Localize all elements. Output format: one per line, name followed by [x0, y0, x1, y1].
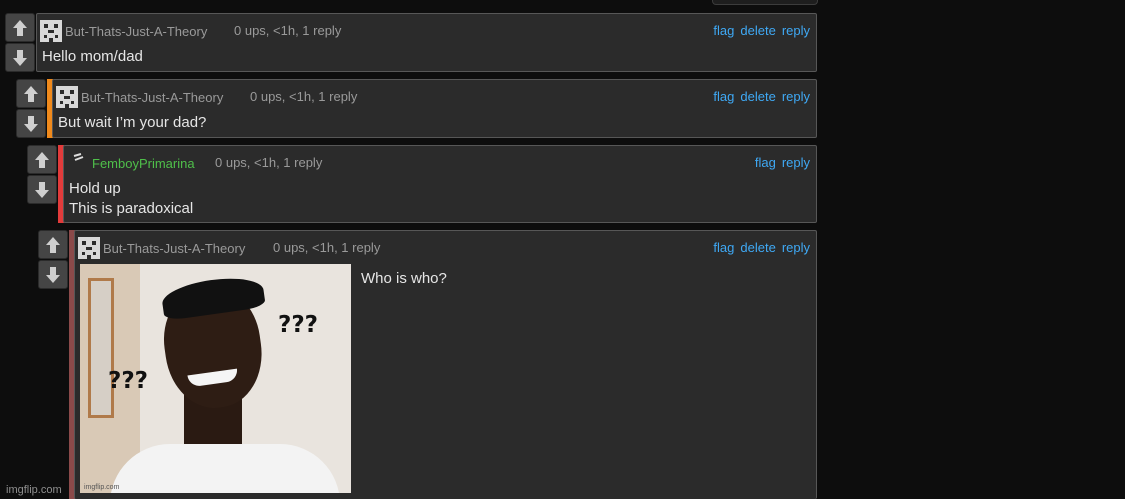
flag-link[interactable]: flag — [713, 89, 734, 104]
comment-actions: flag delete reply — [707, 240, 810, 255]
comment-text-line: Hold up — [69, 180, 121, 197]
downvote-button[interactable] — [5, 43, 35, 72]
username-link[interactable]: But-Thats-Just-A-Theory — [81, 90, 223, 105]
upvote-button[interactable] — [27, 145, 57, 174]
flag-link[interactable]: flag — [713, 240, 734, 255]
imgflip-watermark: imgflip.com — [6, 484, 62, 496]
reply-link[interactable]: reply — [782, 89, 810, 104]
arrow-up-icon — [13, 19, 27, 36]
comment-box: But-Thats-Just-A-Theory 0 ups, <1h, 1 re… — [36, 13, 817, 72]
downvote-button[interactable] — [38, 260, 68, 289]
comment-box: But-Thats-Just-A-Theory 0 ups, <1h, 1 re… — [74, 230, 817, 499]
arrow-up-icon — [35, 151, 49, 168]
vote-controls — [5, 13, 35, 73]
meme-image[interactable]: ??? ??? imgflip.com — [80, 264, 351, 493]
pixel-face-icon[interactable] — [56, 86, 78, 108]
vote-controls — [27, 145, 57, 205]
reply-link[interactable]: reply — [782, 155, 810, 170]
arrow-up-icon — [46, 236, 60, 253]
vote-controls — [16, 79, 46, 139]
username-link[interactable]: But-Thats-Just-A-Theory — [65, 24, 207, 39]
pixel-face-icon[interactable] — [40, 20, 62, 42]
comment-box: But-Thats-Just-A-Theory 0 ups, <1h, 1 re… — [52, 79, 817, 138]
comment-text: Who is who? — [361, 270, 447, 287]
comment-meta: 0 ups, <1h, 1 reply — [273, 240, 381, 255]
upvote-button[interactable] — [16, 79, 46, 108]
comment-actions: flag delete reply — [707, 89, 810, 104]
arrow-down-icon — [46, 266, 60, 283]
picture-frame — [88, 278, 114, 418]
downvote-button[interactable] — [27, 175, 57, 204]
comment-actions: flag reply — [749, 155, 810, 170]
delete-link[interactable]: delete — [740, 240, 775, 255]
comment-meta: 0 ups, <1h, 1 reply — [215, 155, 323, 170]
comment-text: But wait I’m your dad? — [58, 114, 207, 131]
meme-caption-right: ??? — [278, 312, 319, 338]
meme-caption-left: ??? — [108, 368, 149, 394]
comment-text: Hold up This is paradoxical — [69, 179, 193, 219]
comment-text-line: This is paradoxical — [69, 200, 194, 217]
shirt — [110, 444, 340, 493]
comment-actions: flag delete reply — [707, 23, 810, 38]
delete-link[interactable]: delete — [740, 89, 775, 104]
flag-link[interactable]: flag — [755, 155, 776, 170]
upvote-button[interactable] — [5, 13, 35, 42]
vote-controls — [38, 230, 68, 290]
arrow-down-icon — [24, 115, 38, 132]
username-link[interactable]: But-Thats-Just-A-Theory — [103, 241, 245, 256]
comment-meta: 0 ups, <1h, 1 reply — [234, 23, 342, 38]
reply-link[interactable]: reply — [782, 23, 810, 38]
arrow-down-icon — [35, 181, 49, 198]
upvote-button[interactable] — [38, 230, 68, 259]
username-link[interactable]: FemboyPrimarina — [92, 156, 195, 171]
flag-link[interactable]: flag — [713, 23, 734, 38]
arrow-down-icon — [13, 49, 27, 66]
reply-link[interactable]: reply — [782, 240, 810, 255]
pixel-face-icon[interactable] — [78, 237, 100, 259]
image-watermark: imgflip.com — [84, 484, 120, 491]
comment-text: Hello mom/dad — [42, 48, 143, 65]
comment-box: FemboyPrimarina 0 ups, <1h, 1 reply flag… — [63, 145, 817, 223]
comment-meta: 0 ups, <1h, 1 reply — [250, 89, 358, 104]
arrow-up-icon — [24, 85, 38, 102]
delete-link[interactable]: delete — [740, 23, 775, 38]
previous-comment-edge — [712, 0, 818, 5]
squiggle-icon[interactable] — [67, 152, 89, 174]
downvote-button[interactable] — [16, 109, 46, 138]
